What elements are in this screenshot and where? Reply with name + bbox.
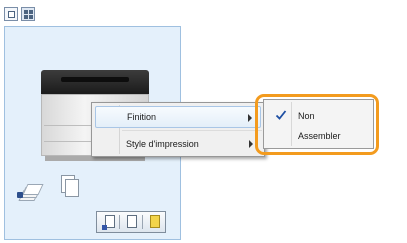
paper-option-icon[interactable] <box>147 214 160 230</box>
finishing-option-icon[interactable] <box>102 214 116 230</box>
menu-item-label: Style d'impression <box>126 139 199 149</box>
output-options-button-group <box>96 211 166 233</box>
submenu-item-assembler[interactable]: Assembler <box>266 126 371 146</box>
menu-separator <box>122 130 262 131</box>
checkmark-icon <box>275 110 287 120</box>
context-menu: Finition Style d'impression <box>91 102 265 157</box>
submenu-arrow-icon <box>248 114 252 122</box>
submenu-item-label: Assembler <box>298 131 341 141</box>
preview-toolbar <box>4 3 35 25</box>
menu-item-finition[interactable]: Finition <box>95 106 261 128</box>
page-layout-view-icon[interactable] <box>21 7 35 21</box>
submenu-arrow-icon <box>249 140 253 148</box>
copies-icon <box>61 175 83 203</box>
paper-stack-icon <box>17 179 44 203</box>
submenu-item-non[interactable]: Non <box>266 106 371 126</box>
single-page-view-icon[interactable] <box>4 7 18 21</box>
menu-item-label: Finition <box>127 112 157 122</box>
submenu-item-label: Non <box>298 111 315 121</box>
page-order-icon[interactable] <box>124 214 138 230</box>
finition-submenu: Non Assembler <box>263 99 374 149</box>
menu-item-style-impression[interactable]: Style d'impression <box>95 133 261 155</box>
